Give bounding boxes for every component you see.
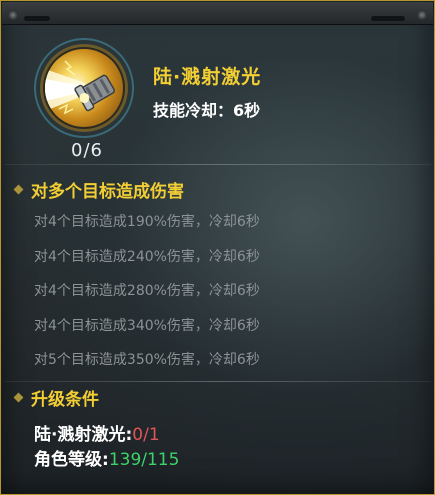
diamond-bullet-icon	[13, 392, 24, 403]
requirement-label: 陆·溅射激光:	[34, 425, 133, 445]
effect-item: 对4个目标造成280%伤害，冷却6秒	[34, 283, 260, 299]
skill-name: 陆·溅射激光	[153, 66, 262, 88]
effect-item: 对4个目标造成190%伤害，冷却6秒	[34, 214, 260, 230]
effect-item: 对4个目标造成240%伤害，冷却6秒	[34, 248, 260, 265]
section-divider	[5, 164, 431, 165]
requirement-current-value: 0	[132, 425, 144, 445]
section-divider	[5, 381, 431, 382]
requirement-current-value: 139	[108, 450, 142, 470]
rivet-icon	[417, 10, 427, 20]
effect-list: 对4个目标造成190%伤害，冷却6秒 对4个目标造成240%伤害，冷却6秒 对4…	[34, 212, 260, 385]
laser-cannon-icon	[45, 49, 123, 127]
requirement-max-value: /1	[143, 425, 160, 445]
effects-section-header: 对多个目标造成伤害	[13, 177, 184, 202]
upgrade-requirement-skill: 陆·溅射激光:0/1	[34, 420, 160, 445]
panel-slot-decoration	[24, 16, 50, 21]
upgrade-section-header: 升级条件	[13, 385, 99, 410]
requirement-label: 角色等级:	[34, 450, 109, 470]
skill-cooldown: 技能冷却：6秒	[153, 101, 261, 120]
skill-level: 0/6	[71, 140, 103, 161]
upgrade-title: 升级条件	[31, 390, 99, 410]
rivet-icon	[8, 10, 18, 20]
effect-item: 对4个目标造成340%伤害，冷却6秒	[34, 317, 260, 334]
skill-tooltip-panel: 陆·溅射激光 技能冷却：6秒 0/6 对多个目标造成伤害 对4个目标造成190%…	[0, 0, 435, 495]
skill-icon-frame[interactable]	[34, 38, 134, 138]
effects-title: 对多个目标造成伤害	[31, 182, 184, 202]
upgrade-requirement-level: 角色等级:139/115	[34, 445, 179, 470]
diamond-bullet-icon	[13, 184, 24, 195]
panel-top-bar	[2, 2, 433, 25]
effect-item: 对5个目标造成350%伤害，冷却6秒	[34, 352, 260, 368]
panel-slot-decoration	[371, 16, 405, 21]
requirement-max-value: /115	[141, 450, 180, 470]
